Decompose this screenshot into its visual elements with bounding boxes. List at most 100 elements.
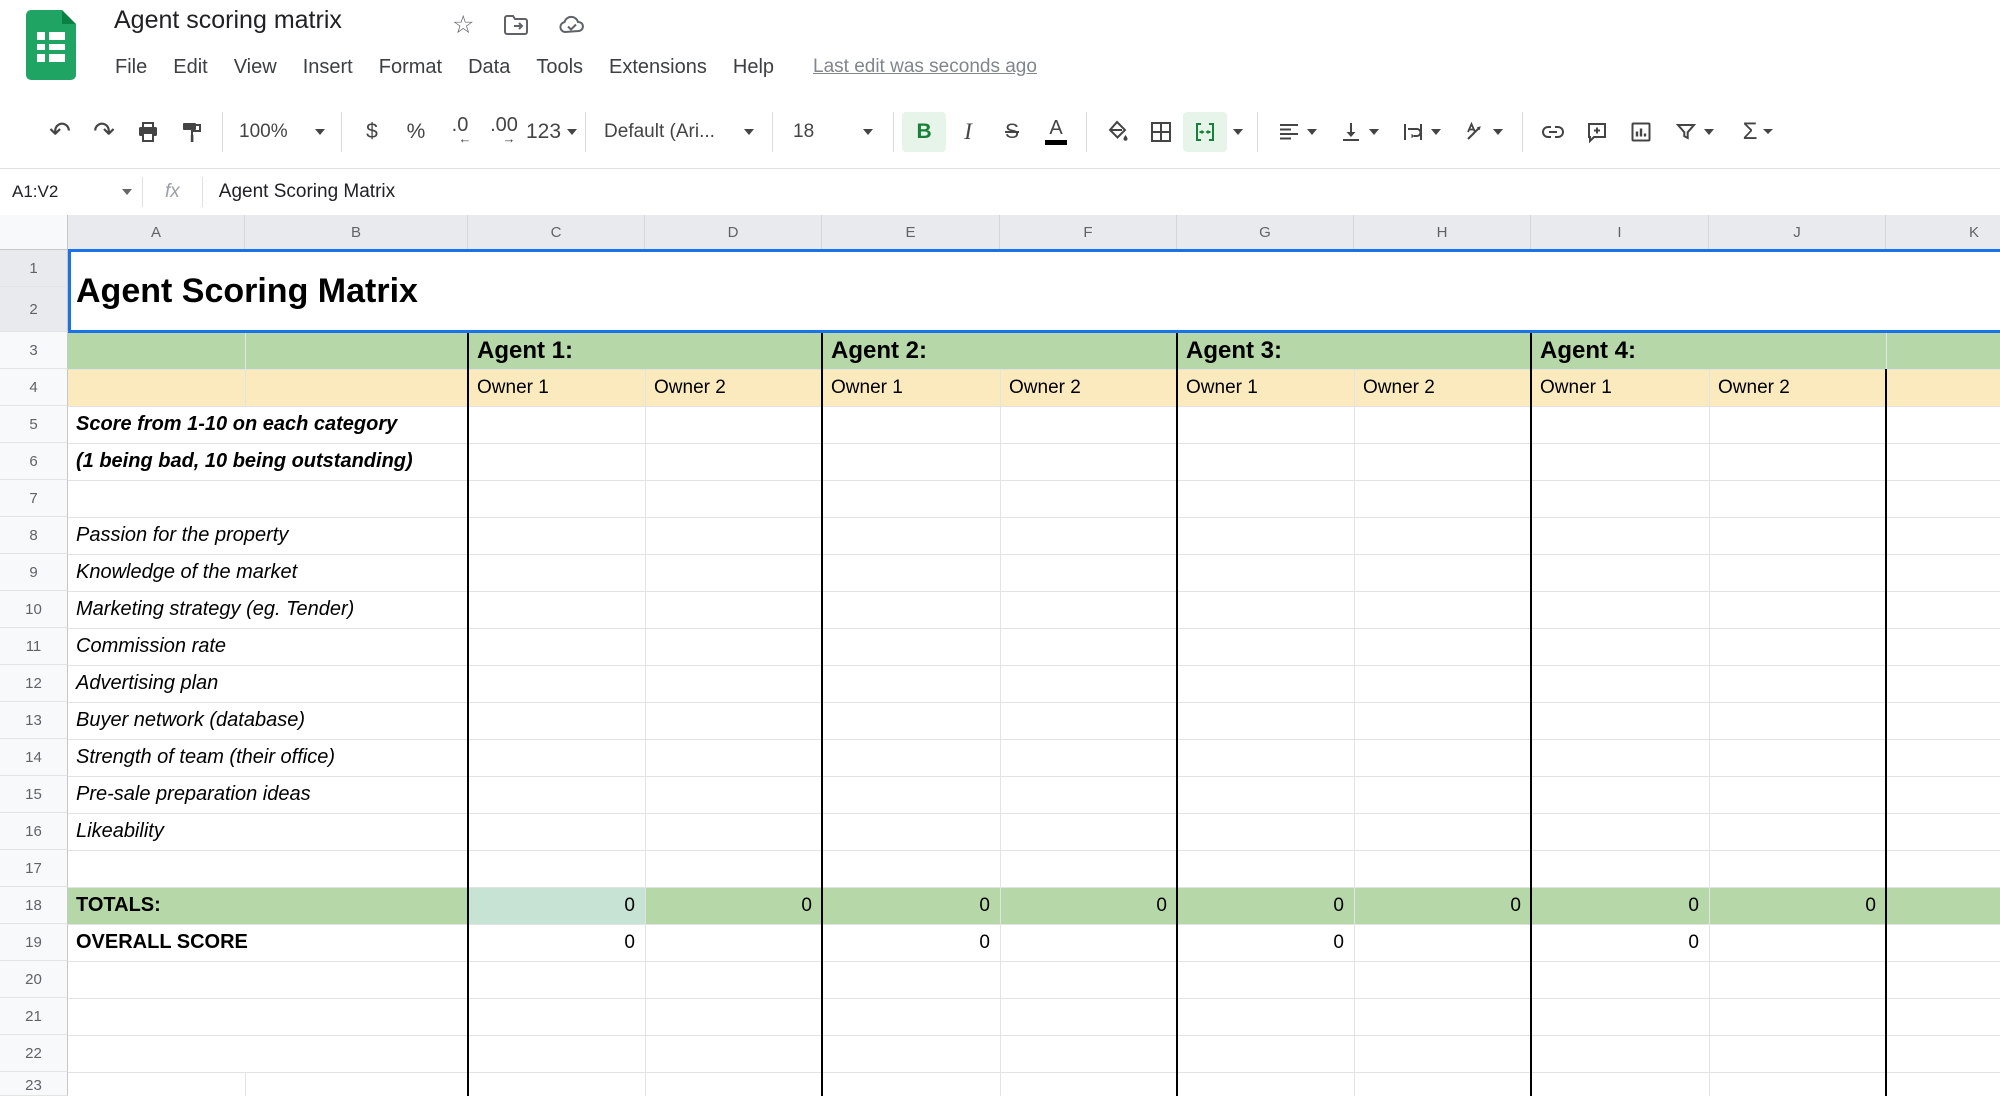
strikethrough-button[interactable]: S	[990, 112, 1034, 152]
cell-agent-4[interactable]: Agent 4:	[1540, 332, 1636, 369]
cell-total-i18[interactable]: 0	[1531, 887, 1699, 924]
row-header-6[interactable]: 6	[0, 443, 68, 480]
row-header-20[interactable]: 20	[0, 961, 68, 998]
row-header-14[interactable]: 14	[0, 739, 68, 776]
font-family-select[interactable]: Default (Ari...	[594, 112, 764, 152]
row-header-7[interactable]: 7	[0, 480, 68, 517]
menu-insert[interactable]: Insert	[290, 52, 366, 83]
last-edit-link[interactable]: Last edit was seconds ago	[813, 52, 1037, 83]
menu-tools[interactable]: Tools	[523, 52, 596, 83]
cell-owner[interactable]: Owner 2	[654, 369, 726, 406]
row-header-18[interactable]: 18	[0, 887, 68, 924]
row-header-16[interactable]: 16	[0, 813, 68, 850]
cell-overall-i19[interactable]: 0	[1531, 924, 1699, 961]
col-header-c[interactable]: C	[468, 215, 645, 250]
italic-button[interactable]: I	[946, 112, 990, 152]
cell-category[interactable]: Advertising plan	[76, 665, 218, 702]
increase-decimal-button[interactable]: .00→	[482, 112, 526, 152]
cell-overall-label[interactable]: OVERALL SCORE	[76, 924, 248, 961]
col-header-h[interactable]: H	[1354, 215, 1531, 250]
menu-data[interactable]: Data	[455, 52, 523, 83]
cell-owner[interactable]: Owner 1	[1186, 369, 1258, 406]
format-percent-button[interactable]: %	[394, 112, 438, 152]
row-header-15[interactable]: 15	[0, 776, 68, 813]
row-header-13[interactable]: 13	[0, 702, 68, 739]
cell-total-f18[interactable]: 0	[1000, 887, 1167, 924]
cell-note-1[interactable]: Score from 1-10 on each category	[76, 406, 397, 443]
col-header-g[interactable]: G	[1177, 215, 1354, 250]
redo-button[interactable]: ↷	[82, 112, 126, 152]
borders-button[interactable]	[1139, 112, 1183, 152]
create-filter-button[interactable]	[1663, 112, 1725, 152]
horizontal-align-button[interactable]	[1266, 112, 1328, 152]
cell-category[interactable]: Pre-sale preparation ideas	[76, 776, 311, 813]
col-header-j[interactable]: J	[1709, 215, 1886, 250]
cell-category[interactable]: Marketing strategy (eg. Tender)	[76, 591, 354, 628]
sheets-logo-icon[interactable]	[26, 10, 76, 80]
col-header-b[interactable]: B	[245, 215, 468, 250]
menu-help[interactable]: Help	[720, 52, 787, 83]
row-header-19[interactable]: 19	[0, 924, 68, 961]
row-header-2[interactable]: 2	[0, 287, 68, 332]
cell-owner[interactable]: Owner 2	[1363, 369, 1435, 406]
row-header-11[interactable]: 11	[0, 628, 68, 665]
number-format-button[interactable]: 123	[526, 112, 577, 152]
insert-comment-button[interactable]	[1575, 112, 1619, 152]
vertical-align-button[interactable]	[1328, 112, 1390, 152]
cell-total-h18[interactable]: 0	[1354, 887, 1521, 924]
cell-total-e18[interactable]: 0	[822, 887, 990, 924]
cell-category[interactable]: Strength of team (their office)	[76, 739, 335, 776]
undo-button[interactable]: ↶	[38, 112, 82, 152]
cell-agent-1[interactable]: Agent 1:	[477, 332, 573, 369]
cell-category[interactable]: Passion for the property	[76, 517, 288, 554]
text-rotation-button[interactable]	[1452, 112, 1514, 152]
menu-view[interactable]: View	[221, 52, 290, 83]
row-header-5[interactable]: 5	[0, 406, 68, 443]
cell-owner[interactable]: Owner 2	[1718, 369, 1790, 406]
text-wrap-button[interactable]	[1390, 112, 1452, 152]
decrease-decimal-button[interactable]: .0←	[438, 112, 482, 152]
cell-owner[interactable]: Owner 1	[477, 369, 549, 406]
cell-agent-3[interactable]: Agent 3:	[1186, 332, 1282, 369]
paint-format-button[interactable]	[170, 112, 214, 152]
merge-options-caret[interactable]	[1227, 112, 1249, 152]
insert-link-button[interactable]	[1531, 112, 1575, 152]
row-header-10[interactable]: 10	[0, 591, 68, 628]
star-icon[interactable]: ☆	[452, 10, 474, 40]
move-to-folder-icon[interactable]	[503, 14, 529, 43]
format-currency-button[interactable]: $	[350, 112, 394, 152]
col-header-a[interactable]: A	[68, 215, 245, 250]
text-color-button[interactable]: A	[1034, 112, 1078, 152]
cell-note-2[interactable]: (1 being bad, 10 being outstanding)	[76, 443, 413, 480]
col-header-d[interactable]: D	[645, 215, 822, 250]
row-header-9[interactable]: 9	[0, 554, 68, 591]
cell-total-j18[interactable]: 0	[1709, 887, 1876, 924]
fill-color-button[interactable]	[1095, 112, 1139, 152]
cloud-saved-icon[interactable]	[558, 14, 586, 43]
row-header-22[interactable]: 22	[0, 1035, 68, 1072]
document-title[interactable]: Agent scoring matrix	[114, 6, 342, 35]
cell-total-d18[interactable]: 0	[645, 887, 812, 924]
merge-cells-button[interactable]	[1183, 112, 1227, 152]
font-size-select[interactable]: 18	[781, 112, 885, 152]
menu-format[interactable]: Format	[366, 52, 455, 83]
cell-category[interactable]: Likeability	[76, 813, 164, 850]
col-header-f[interactable]: F	[1000, 215, 1177, 250]
cell-overall-e19[interactable]: 0	[822, 924, 990, 961]
cell-total-c18[interactable]: 0	[468, 887, 635, 924]
insert-chart-button[interactable]	[1619, 112, 1663, 152]
cell-owner[interactable]: Owner 1	[1540, 369, 1612, 406]
col-header-k[interactable]: K	[1886, 215, 2000, 250]
cell-category[interactable]: Knowledge of the market	[76, 554, 297, 591]
cell-agent-2[interactable]: Agent 2:	[831, 332, 927, 369]
row-header-12[interactable]: 12	[0, 665, 68, 702]
cell-category[interactable]: Buyer network (database)	[76, 702, 305, 739]
print-button[interactable]	[126, 112, 170, 152]
col-header-i[interactable]: I	[1531, 215, 1709, 250]
cell-totals-label[interactable]: TOTALS:	[76, 887, 161, 924]
formula-input[interactable]: Agent Scoring Matrix	[203, 181, 395, 203]
row-header-3[interactable]: 3	[0, 332, 68, 369]
row-header-4[interactable]: 4	[0, 369, 68, 406]
select-all-corner[interactable]	[0, 215, 68, 250]
cell-total-g18[interactable]: 0	[1177, 887, 1344, 924]
